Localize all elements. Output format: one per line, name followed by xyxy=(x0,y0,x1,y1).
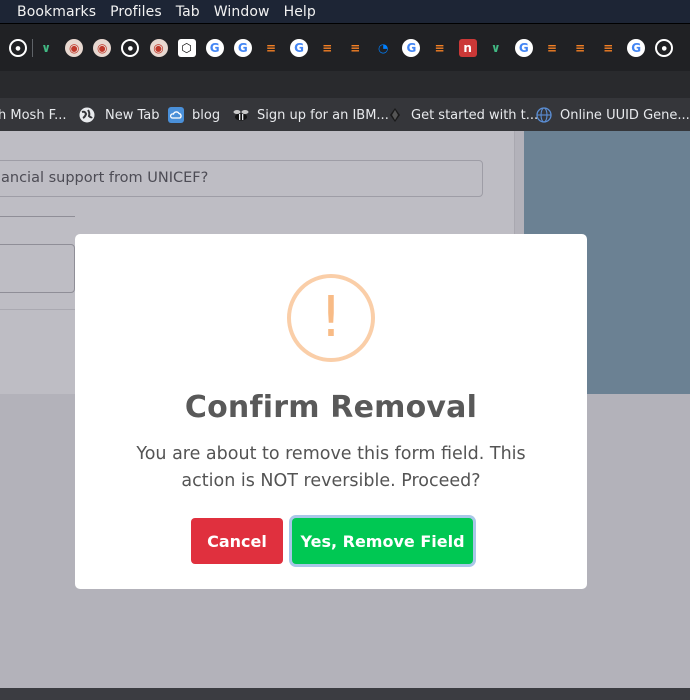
google-icon[interactable]: G xyxy=(233,39,252,57)
npm-icon[interactable]: n xyxy=(458,39,477,57)
warning-glyph: ! xyxy=(319,285,343,350)
google-icon[interactable]: G xyxy=(402,39,421,57)
menu-profiles[interactable]: Profiles xyxy=(110,4,162,20)
divider xyxy=(0,216,75,217)
bee-icon xyxy=(233,110,249,121)
bookmark-new-tab[interactable]: New Tab xyxy=(79,106,160,124)
github-icon[interactable]: ● xyxy=(655,39,674,57)
browser-toolbar xyxy=(0,71,690,98)
stackoverflow-icon[interactable]: ≡ xyxy=(346,39,365,57)
diamond-icon xyxy=(390,108,400,122)
stackoverflow-icon[interactable]: ≡ xyxy=(261,39,280,57)
globe-icon xyxy=(536,107,552,123)
menu-tab[interactable]: Tab xyxy=(176,4,200,20)
bookmark-get-started[interactable]: Get started with t... xyxy=(390,106,538,124)
bottom-bar xyxy=(0,688,690,700)
question-field[interactable]: ancial support from UNICEF? xyxy=(0,160,483,197)
stackoverflow-icon[interactable]: ≡ xyxy=(430,39,449,57)
divider xyxy=(0,309,75,310)
stackoverflow-icon[interactable]: ≡ xyxy=(571,39,589,57)
form-input[interactable] xyxy=(0,244,75,293)
vue-icon[interactable]: ∨ xyxy=(486,39,505,57)
github-icon[interactable]: ● xyxy=(121,39,140,57)
stackoverflow-icon[interactable]: ≡ xyxy=(542,39,561,57)
cancel-button[interactable]: Cancel xyxy=(191,518,283,564)
digitalocean-icon[interactable]: ◔ xyxy=(374,39,393,57)
bookmarks-bar: h Mosh F... New Tab blog Sign up for an … xyxy=(0,98,690,131)
github-icon[interactable]: ● xyxy=(9,39,27,57)
bookmark-blog[interactable]: blog xyxy=(168,106,220,124)
confirm-remove-button[interactable]: Yes, Remove Field xyxy=(292,518,473,564)
bookmark-label: blog xyxy=(192,107,221,123)
dialog-title: Confirm Removal xyxy=(184,390,478,425)
google-icon[interactable]: G xyxy=(627,39,646,57)
tab-strip: ● ∨ ◉ ◉ ● ◉ ⬡ G G ≡ G ≡ ≡ ◔ G ≡ n ∨ G ≡ ≡ ≡ G ● xyxy=(0,23,690,71)
dialog-message: You are about to remove this form field.… xyxy=(136,444,526,491)
bookmark-label: h Mosh F... xyxy=(0,107,67,123)
menu-bookmarks[interactable]: Bookmarks xyxy=(17,4,96,20)
menu-bar: Bookmarks Profiles Tab Window Help xyxy=(0,0,690,23)
google-icon[interactable]: G xyxy=(514,39,533,57)
menu-help[interactable]: Help xyxy=(284,4,316,20)
bookmark-uuid[interactable]: Online UUID Gene... xyxy=(536,106,690,124)
tab-separator xyxy=(32,39,34,57)
bookmark-ibm[interactable]: Sign up for an IBM... xyxy=(232,106,389,124)
globe-icon xyxy=(79,107,95,123)
bookmark-label: Sign up for an IBM... xyxy=(257,107,389,123)
confirm-dialog: ! Confirm Removal You are about to remov… xyxy=(75,234,587,589)
google-icon[interactable]: G xyxy=(290,39,308,57)
record-icon[interactable]: ◉ xyxy=(65,39,84,57)
menu-window[interactable]: Window xyxy=(214,4,270,20)
warning-icon: ! xyxy=(287,274,375,362)
bookmark-label: Get started with t... xyxy=(411,107,539,123)
stackoverflow-icon[interactable]: ≡ xyxy=(599,39,618,57)
google-icon[interactable]: G xyxy=(205,39,224,57)
stackoverflow-icon[interactable]: ≡ xyxy=(318,39,337,57)
bookmark-mosh[interactable]: h Mosh F... xyxy=(0,106,66,124)
cloud-icon xyxy=(168,107,184,123)
record-icon[interactable]: ◉ xyxy=(93,39,112,57)
vue-icon[interactable]: ∨ xyxy=(37,39,56,57)
record-icon[interactable]: ◉ xyxy=(149,39,168,57)
codepen-icon[interactable]: ⬡ xyxy=(177,39,196,57)
bookmark-label: Online UUID Gene... xyxy=(560,107,690,123)
bookmark-label: New Tab xyxy=(105,107,160,123)
